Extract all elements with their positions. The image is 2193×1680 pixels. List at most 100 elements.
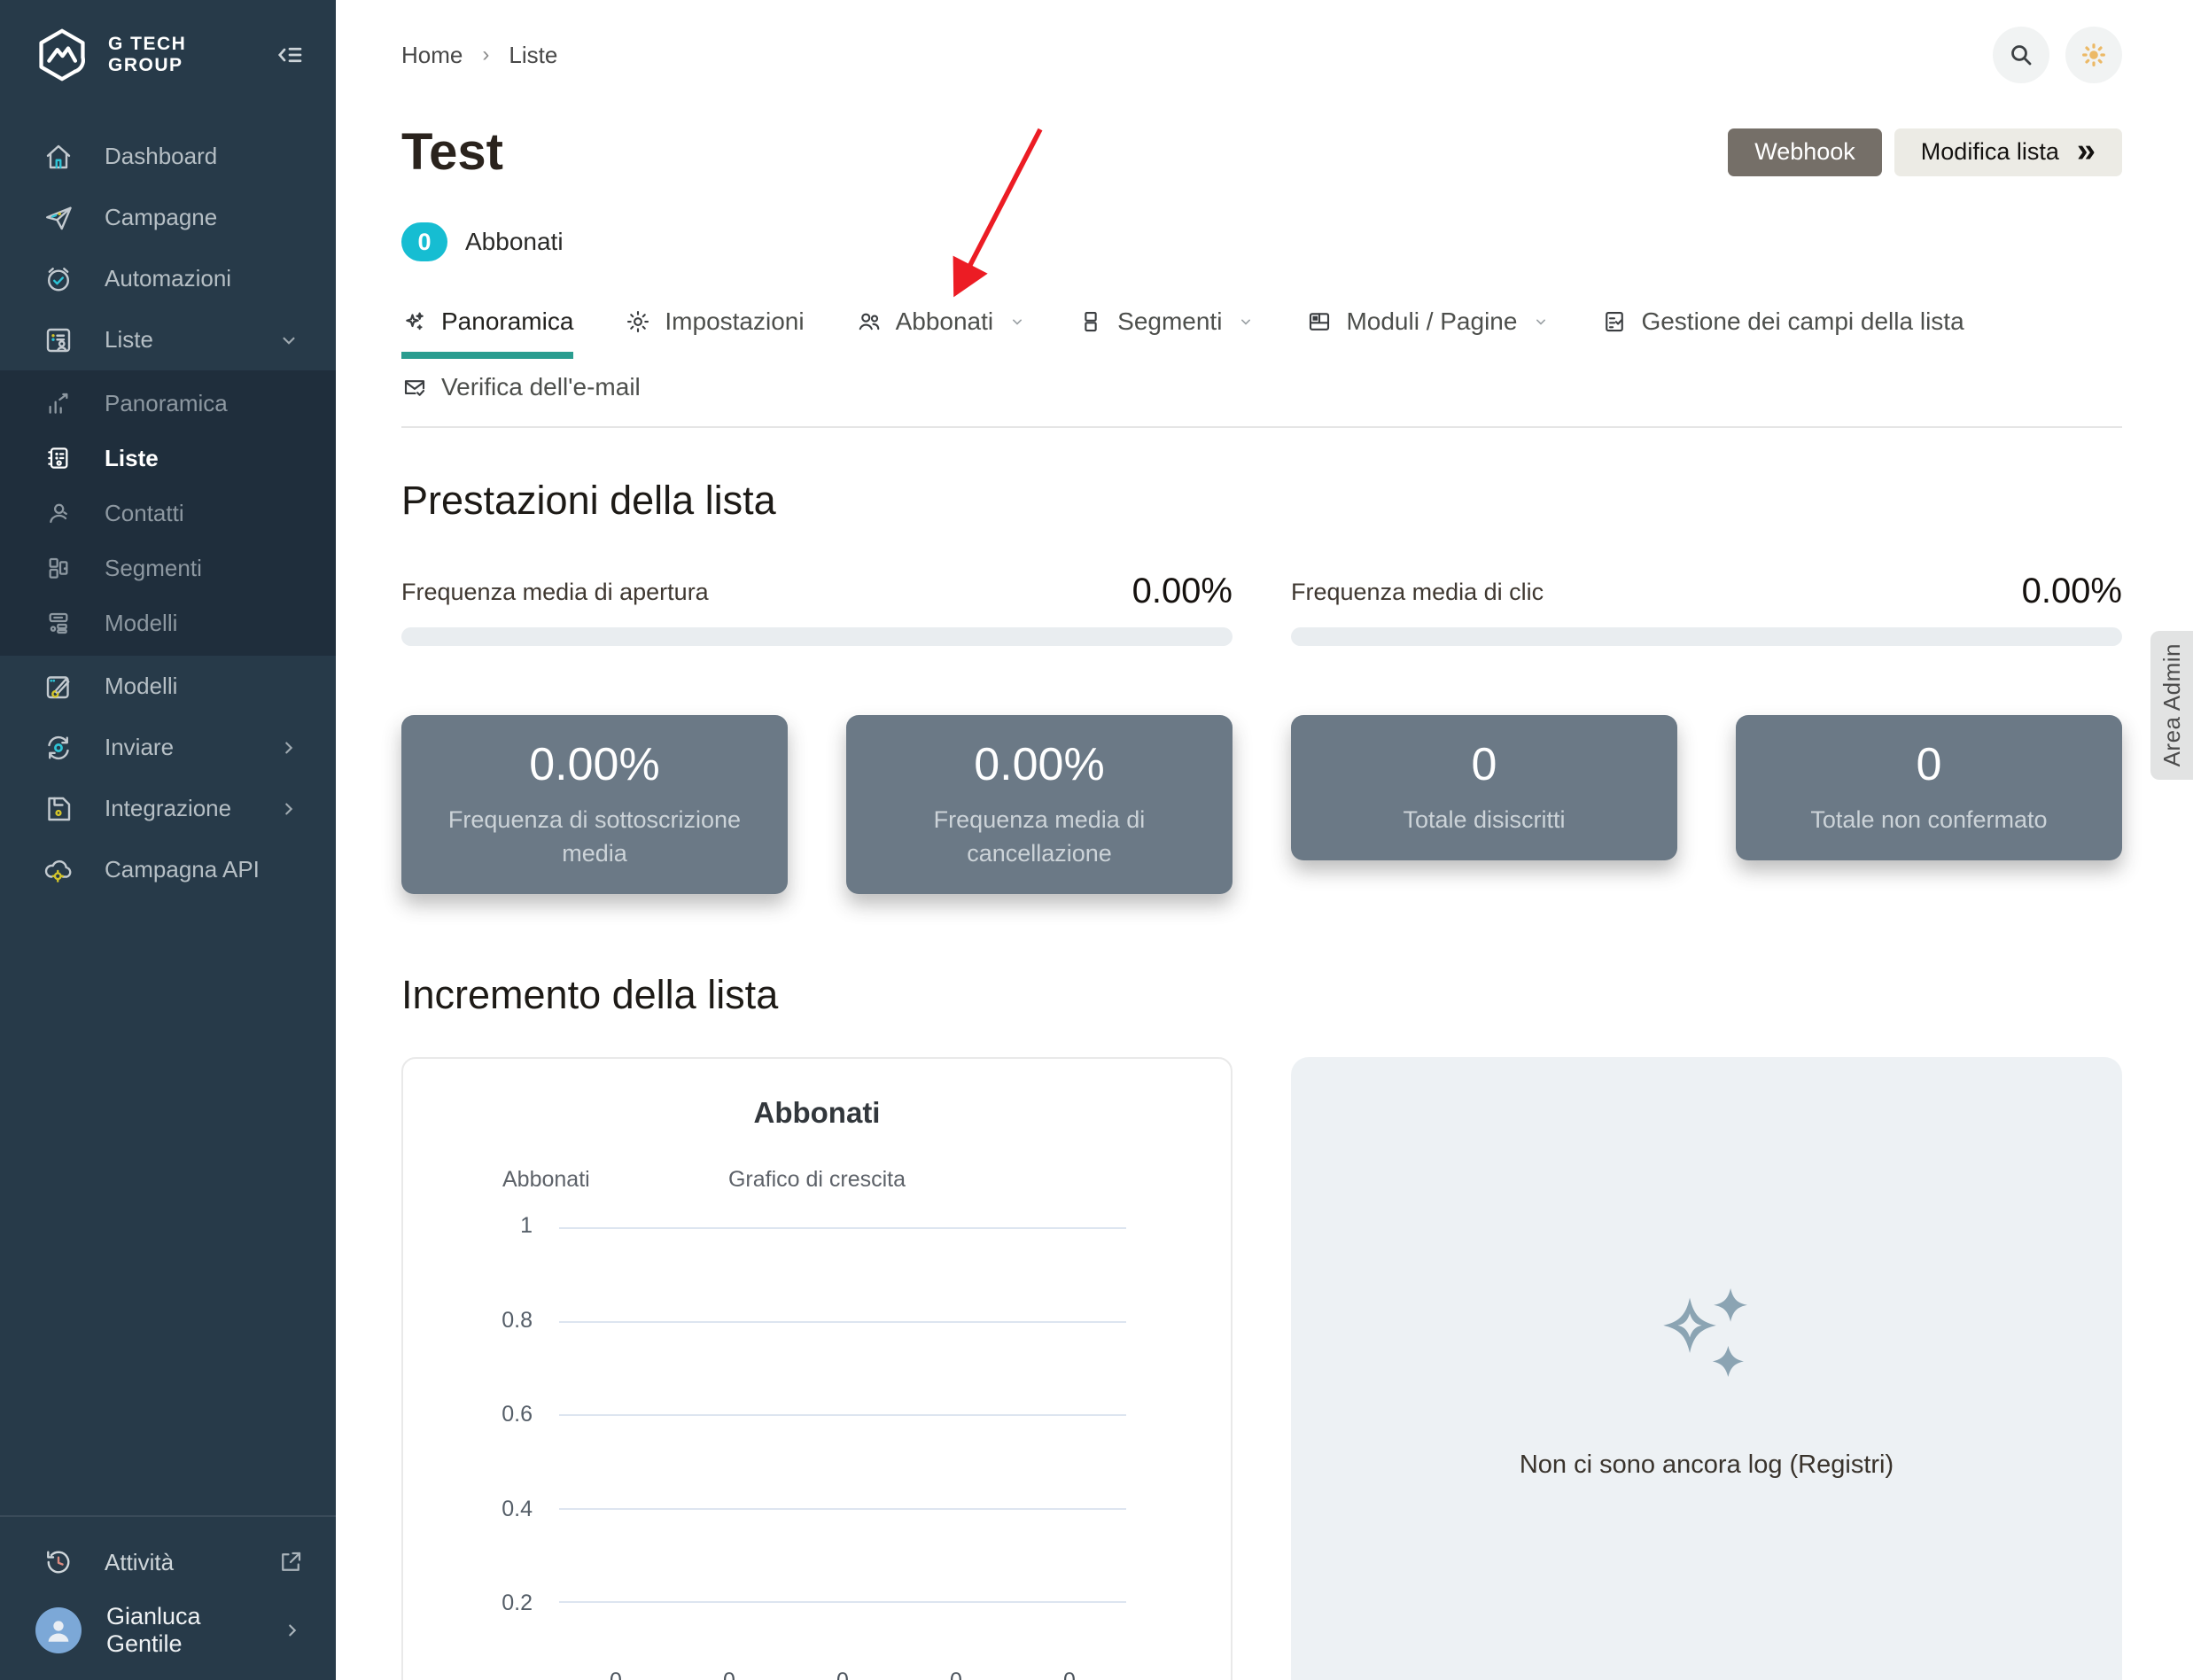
stacked-squares-icon bbox=[1077, 308, 1104, 335]
sidebar-item-label: Liste bbox=[105, 326, 247, 354]
tab-label: Impostazioni bbox=[665, 307, 804, 336]
submenu-item-label: Segmenti bbox=[105, 555, 202, 582]
cloud-gear-icon bbox=[43, 854, 74, 886]
y-tick-label: 0.4 bbox=[462, 1497, 533, 1522]
edit-list-button[interactable]: Modifica lista » bbox=[1894, 128, 2122, 176]
tab-label: Moduli / Pagine bbox=[1346, 307, 1517, 336]
data-point-labels: 00000 bbox=[559, 1668, 1126, 1680]
submenu-item-label: Panoramica bbox=[105, 390, 228, 417]
data-point-label: 0 bbox=[559, 1668, 673, 1680]
brand-name: G TECH GROUP bbox=[108, 34, 256, 76]
save-integration-icon bbox=[43, 793, 74, 825]
growth-heading: Incremento della lista bbox=[401, 972, 2122, 1018]
sidebar-item-automazioni[interactable]: Automazioni bbox=[0, 248, 336, 309]
sidebar-item-label: Modelli bbox=[105, 673, 300, 700]
submenu-item-label: Liste bbox=[105, 445, 159, 472]
metric-open-rate: Frequenza media di apertura 0.00% bbox=[401, 572, 1233, 646]
tab-label: Segmenti bbox=[1117, 307, 1222, 336]
stat-cards: 0.00% Frequenza di sottoscrizione media … bbox=[401, 715, 2122, 894]
email-check-icon bbox=[401, 374, 428, 401]
sidebar-item-label: Inviare bbox=[105, 734, 247, 761]
sidebar-item-liste[interactable]: Liste bbox=[0, 309, 336, 370]
avatar bbox=[35, 1607, 82, 1653]
breadcrumb-home-link[interactable]: Home bbox=[401, 42, 463, 69]
search-button[interactable] bbox=[1993, 27, 2049, 83]
tab-label: Verifica dell'e-mail bbox=[441, 373, 641, 401]
stat-value: 0 bbox=[1472, 738, 1497, 791]
tab-segmenti[interactable]: Segmenti bbox=[1077, 307, 1255, 352]
growth-chart-card: Abbonati Abbonati Grafico di crescita 10… bbox=[401, 1057, 1233, 1680]
tab-impostazioni[interactable]: Impostazioni bbox=[625, 307, 804, 352]
stat-card-total-unconfirmed: 0 Totale non confermato bbox=[1736, 715, 2122, 860]
y-tick-label: 0.2 bbox=[462, 1591, 533, 1616]
search-icon bbox=[2007, 41, 2035, 69]
edit-pen-icon bbox=[43, 671, 74, 703]
activity-log-link[interactable]: Attività bbox=[0, 1531, 336, 1593]
webhook-button[interactable]: Webhook bbox=[1728, 128, 1882, 176]
person-icon bbox=[44, 499, 73, 527]
sidebar-item-dashboard[interactable]: Dashboard bbox=[0, 126, 336, 187]
segments-icon bbox=[44, 554, 73, 582]
collapse-sidebar-icon[interactable] bbox=[274, 39, 306, 71]
breadcrumb-current: Liste bbox=[509, 42, 557, 69]
subscriber-count-label: Abbonati bbox=[465, 228, 564, 256]
external-link-icon[interactable] bbox=[277, 1549, 304, 1575]
tab-label: Panoramica bbox=[441, 307, 573, 336]
submenu-item-label: Modelli bbox=[105, 610, 177, 637]
chart-growth-icon bbox=[44, 389, 73, 417]
history-icon bbox=[43, 1546, 74, 1578]
brand-header: G TECH GROUP bbox=[0, 0, 336, 106]
performance-metrics: Frequenza media di apertura 0.00% Freque… bbox=[401, 572, 2122, 646]
sidebar: G TECH GROUP Dashboard Ca bbox=[0, 0, 336, 1680]
submenu-item-modelli[interactable]: Modelli bbox=[0, 595, 336, 650]
area-admin-tab[interactable]: Area Admin bbox=[2150, 631, 2193, 780]
tab-panoramica[interactable]: Panoramica bbox=[401, 307, 573, 359]
tab-label: Gestione dei campi della lista bbox=[1641, 307, 1964, 336]
sidebar-item-campagne[interactable]: Campagne bbox=[0, 187, 336, 248]
main-content: Home › Liste Te bbox=[336, 0, 2193, 1680]
sidebar-item-modelli[interactable]: Modelli bbox=[0, 656, 336, 717]
alarm-clock-icon bbox=[43, 263, 74, 295]
tab-moduli-pagine[interactable]: Moduli / Pagine bbox=[1306, 307, 1550, 352]
data-point-label: 0 bbox=[1013, 1668, 1126, 1680]
tab-gestione-campi[interactable]: Gestione dei campi della lista bbox=[1601, 307, 1964, 352]
metric-label: Frequenza media di clic bbox=[1291, 579, 1544, 611]
chart-grid bbox=[559, 1227, 1126, 1680]
tab-verifica-email[interactable]: Verifica dell'e-mail bbox=[401, 373, 641, 401]
sparkles-icon bbox=[1649, 1279, 1764, 1394]
chart-legend-series: Abbonati bbox=[502, 1167, 590, 1193]
submenu-item-panoramica[interactable]: Panoramica bbox=[0, 376, 336, 431]
progress-bar bbox=[401, 627, 1233, 646]
list-doc-icon bbox=[44, 444, 73, 472]
submenu-item-segmenti[interactable]: Segmenti bbox=[0, 541, 336, 595]
stat-label: Frequenza media di cancellazione bbox=[871, 804, 1208, 871]
stat-card-total-unsubscribed: 0 Totale disiscritti bbox=[1291, 715, 1677, 860]
user-menu[interactable]: Gianluca Gentile bbox=[0, 1593, 336, 1668]
submenu-item-liste[interactable]: Liste bbox=[0, 431, 336, 486]
sidebar-item-inviare[interactable]: Inviare bbox=[0, 717, 336, 778]
page-title: Test bbox=[401, 122, 503, 182]
activity-label: Attività bbox=[105, 1549, 247, 1576]
list-tabs: Panoramica Impostazioni Abbonati bbox=[401, 307, 2122, 359]
data-point-label: 0 bbox=[673, 1668, 786, 1680]
sync-icon bbox=[43, 732, 74, 764]
subscriber-count-badge: 0 bbox=[401, 222, 447, 261]
theme-toggle-button[interactable] bbox=[2065, 27, 2122, 83]
sidebar-item-campagna-api[interactable]: Campagna API bbox=[0, 839, 336, 900]
sidebar-item-label: Campagne bbox=[105, 204, 300, 231]
chevron-right-icon bbox=[277, 797, 300, 821]
metric-value: 0.00% bbox=[2022, 572, 2122, 611]
stat-value: 0.00% bbox=[529, 738, 659, 791]
sidebar-item-integrazione[interactable]: Integrazione bbox=[0, 778, 336, 839]
chevron-down-icon bbox=[1008, 313, 1026, 331]
submenu-item-label: Contatti bbox=[105, 500, 184, 527]
chevron-down-icon bbox=[1237, 313, 1255, 331]
stat-value: 0.00% bbox=[974, 738, 1104, 791]
logs-empty-text: Non ci sono ancora log (Registri) bbox=[1520, 1451, 1894, 1480]
chevron-down-icon bbox=[277, 329, 300, 352]
tab-abbonati[interactable]: Abbonati bbox=[856, 307, 1027, 352]
data-point-label: 0 bbox=[786, 1668, 899, 1680]
chevron-right-icon bbox=[281, 1619, 304, 1642]
submenu-item-contatti[interactable]: Contatti bbox=[0, 486, 336, 541]
sidebar-item-label: Integrazione bbox=[105, 795, 247, 822]
